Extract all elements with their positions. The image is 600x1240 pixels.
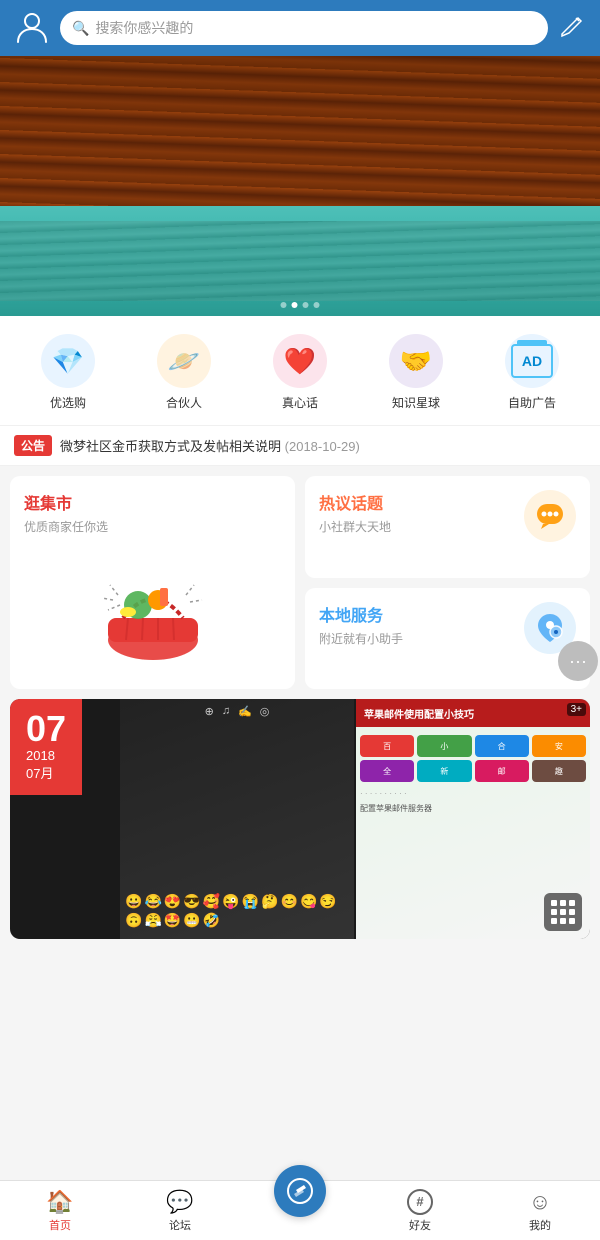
nav-home-label: 首页 bbox=[49, 1217, 71, 1233]
avatar-icon[interactable] bbox=[14, 8, 50, 49]
nav-mine[interactable]: ☺ 我的 bbox=[480, 1181, 600, 1240]
bottom-nav: 🏠 首页 💬 论坛 # 好友 ☺ 我的 bbox=[0, 1180, 600, 1240]
youxuan-icon: 💎 bbox=[41, 334, 95, 388]
category-xinxinhua[interactable]: ❤️ 真心话 bbox=[273, 334, 327, 411]
date-badge: 07 2018 07月 bbox=[10, 699, 82, 795]
search-placeholder: 搜索你感兴趣的 bbox=[95, 18, 193, 38]
notice-date: (2018-10-29) bbox=[285, 439, 360, 454]
banner-dot-2[interactable] bbox=[292, 302, 298, 308]
category-zhishi[interactable]: 🤝 知识星球 bbox=[389, 334, 443, 411]
feature-card-topics[interactable]: 热议话题 小社群大天地 bbox=[305, 476, 590, 578]
huoban-label: 合伙人 bbox=[166, 394, 202, 411]
friends-icon: # bbox=[407, 1189, 433, 1215]
youxuan-label: 优选购 bbox=[50, 394, 86, 411]
ad-icon: AD bbox=[505, 334, 559, 388]
search-icon: 🔍 bbox=[72, 20, 89, 37]
basket-illustration bbox=[24, 545, 281, 675]
nav-forum[interactable]: 💬 论坛 bbox=[120, 1181, 240, 1240]
ad-icon-box: AD bbox=[511, 344, 553, 378]
local-subtitle: 附近就有小助手 bbox=[319, 630, 403, 647]
grid-view-button[interactable] bbox=[544, 893, 582, 931]
nav-home[interactable]: 🏠 首页 bbox=[0, 1181, 120, 1240]
home-icon: 🏠 bbox=[46, 1189, 73, 1215]
content-grid: 😀😂😍😎 🥰😜😭🤔 😊😋😏🙃 😤🤩😬🤣 ⊕♫✍◎ 苹果邮件使用配置小技巧 百 bbox=[120, 699, 590, 939]
banner-dot-1[interactable] bbox=[281, 302, 287, 308]
notice-tag: 公告 bbox=[14, 435, 52, 456]
banner-reflection bbox=[0, 221, 600, 301]
local-text: 本地服务 附近就有小助手 bbox=[319, 602, 403, 647]
feature-section: 逛集市 优质商家任你选 bbox=[0, 466, 600, 699]
feature-card-local[interactable]: 本地服务 附近就有小助手 ··· bbox=[305, 588, 590, 690]
category-youxuan[interactable]: 💎 优选购 bbox=[41, 334, 95, 411]
notice-bar[interactable]: 公告 微梦社区金币获取方式及发帖相关说明 (2018-10-29) bbox=[0, 425, 600, 466]
explore-center-button[interactable] bbox=[274, 1165, 326, 1217]
nav-mine-label: 我的 bbox=[529, 1217, 551, 1233]
banner-forest-overlay bbox=[0, 56, 600, 226]
search-bar[interactable]: 🔍 搜索你感兴趣的 bbox=[60, 11, 548, 45]
header: 🔍 搜索你感兴趣的 bbox=[0, 0, 600, 56]
xinxinhua-icon: ❤️ bbox=[273, 334, 327, 388]
feature-card-market[interactable]: 逛集市 优质商家任你选 bbox=[10, 476, 295, 689]
edit-icon[interactable] bbox=[558, 12, 586, 45]
category-ad[interactable]: AD 自助广告 bbox=[505, 334, 559, 411]
mine-icon: ☺ bbox=[529, 1189, 551, 1215]
huoban-icon: 🪐 bbox=[157, 334, 211, 388]
banner-dot-4[interactable] bbox=[314, 302, 320, 308]
categories: 💎 优选购 🪐 合伙人 ❤️ 真心话 🤝 知识星球 AD 自助广告 bbox=[0, 316, 600, 425]
nav-explore[interactable] bbox=[240, 1181, 360, 1240]
topics-title: 热议话题 bbox=[319, 490, 391, 514]
nav-friends[interactable]: # 好友 bbox=[360, 1181, 480, 1240]
local-title: 本地服务 bbox=[319, 602, 403, 626]
zhishi-label: 知识星球 bbox=[392, 394, 440, 411]
nav-friends-label: 好友 bbox=[409, 1217, 431, 1233]
content-badge: 3+ bbox=[567, 703, 586, 716]
market-title: 逛集市 bbox=[24, 490, 281, 514]
notice-main-text: 微梦社区金币获取方式及发帖相关说明 bbox=[60, 439, 281, 454]
banner-dot-3[interactable] bbox=[303, 302, 309, 308]
chat-icon bbox=[524, 490, 576, 542]
ad-label: 自助广告 bbox=[508, 394, 556, 411]
banner bbox=[0, 56, 600, 316]
banner-dots bbox=[281, 302, 320, 308]
topics-subtitle: 小社群大天地 bbox=[319, 518, 391, 535]
content-section: 07 2018 07月 😀😂😍😎 🥰😜😭🤔 😊😋😏🙃 😤🤩😬🤣 ⊕♫✍◎ bbox=[10, 699, 590, 939]
more-button[interactable]: ··· bbox=[558, 641, 598, 681]
xinxinhua-label: 真心话 bbox=[282, 394, 318, 411]
date-day: 07 bbox=[26, 711, 66, 747]
forum-icon: 💬 bbox=[166, 1189, 193, 1215]
topics-text: 热议话题 小社群大天地 bbox=[319, 490, 391, 535]
category-huoban[interactable]: 🪐 合伙人 bbox=[157, 334, 211, 411]
notice-text: 微梦社区金币获取方式及发帖相关说明 (2018-10-29) bbox=[60, 436, 360, 455]
content-thumb-1[interactable]: 😀😂😍😎 🥰😜😭🤔 😊😋😏🙃 😤🤩😬🤣 ⊕♫✍◎ bbox=[120, 699, 354, 939]
zhishi-icon: 🤝 bbox=[389, 334, 443, 388]
date-year: 2018 07月 bbox=[26, 747, 66, 783]
nav-forum-label: 论坛 bbox=[169, 1217, 191, 1233]
market-subtitle: 优质商家任你选 bbox=[24, 518, 281, 535]
